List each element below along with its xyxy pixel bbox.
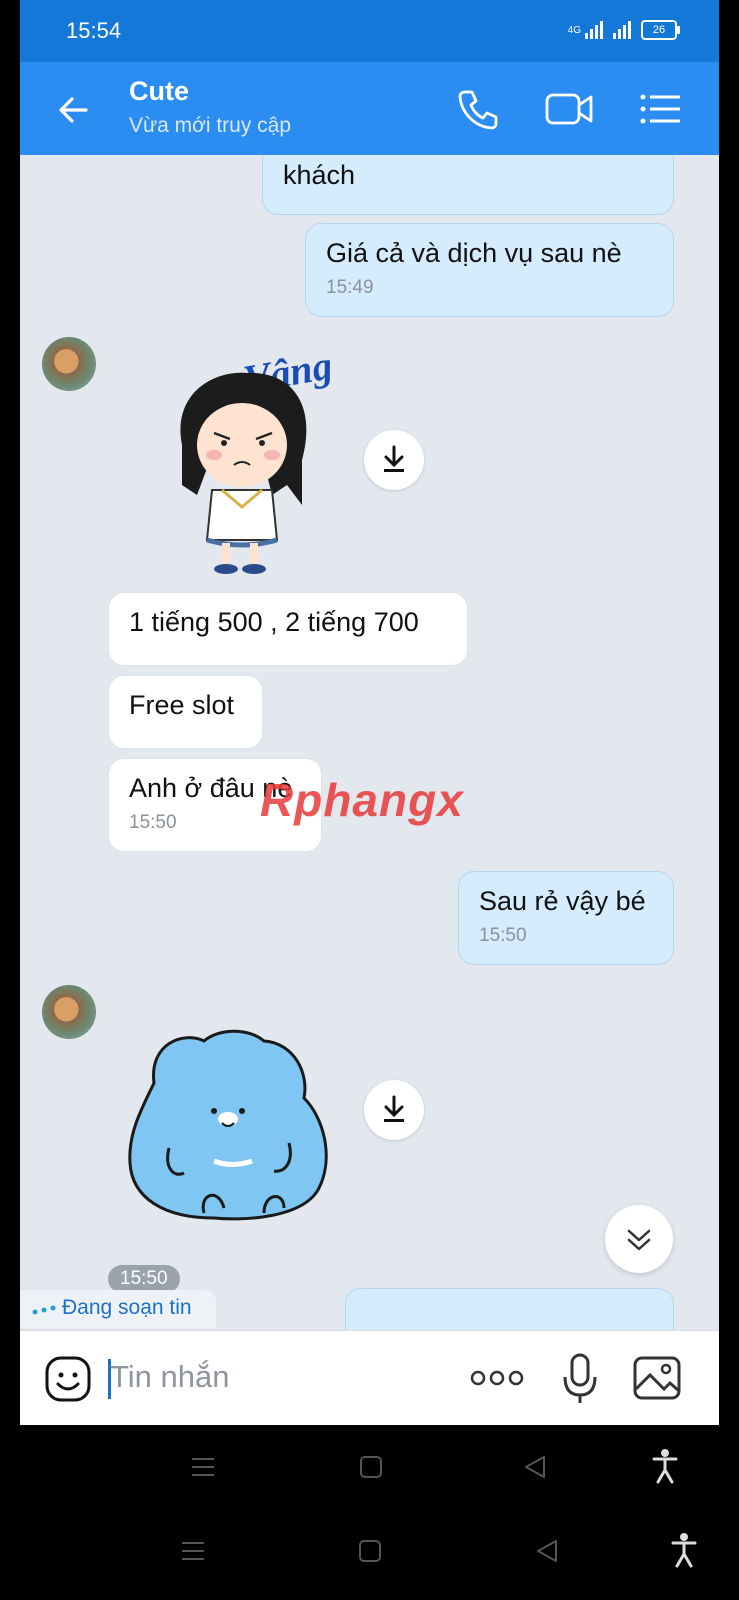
download-icon: [384, 445, 404, 472]
status-time: 15:54: [66, 18, 122, 43]
message-text: Giá cả và dịch vụ sau nè: [326, 238, 622, 268]
microphone-icon[interactable]: [560, 1351, 600, 1407]
avatar[interactable]: [42, 337, 96, 391]
status-bar: 15:54 4G 26: [20, 0, 719, 62]
typing-dots-icon: [32, 1305, 56, 1315]
watermark-logo: Rphangx: [260, 773, 464, 827]
home-icon[interactable]: [357, 1538, 383, 1564]
message-bubble-incoming[interactable]: Free slot: [108, 675, 263, 749]
signal-icon: [585, 21, 603, 39]
network-type: 4G: [567, 24, 581, 36]
video-call-icon[interactable]: [544, 87, 594, 131]
sticker-girl[interactable]: Vâng: [152, 335, 382, 580]
download-sticker-button[interactable]: [364, 1080, 424, 1140]
message-time: 15:50: [479, 925, 527, 946]
sticker-blue-bear[interactable]: [124, 1023, 344, 1223]
message-bubble-outgoing[interactable]: khách: [262, 155, 674, 215]
avatar[interactable]: [42, 985, 96, 1039]
watermark-text: Rphang: [260, 774, 438, 826]
message-bubble-outgoing[interactable]: Giá cả và dịch vụ sau nè 15:49: [305, 223, 674, 317]
back-icon[interactable]: [522, 1454, 548, 1480]
typing-indicator: Đang soạn tin: [20, 1290, 216, 1328]
accessibility-icon[interactable]: [652, 1448, 678, 1484]
screen: 15:54 4G 26 Cute Vừa mới truy cập khách …: [20, 0, 719, 1425]
typing-indicator-text: Đang soạn tin: [62, 1296, 192, 1319]
back-icon[interactable]: [534, 1538, 560, 1564]
scroll-to-bottom-button[interactable]: [605, 1205, 673, 1273]
system-nav-bar: [0, 1512, 739, 1592]
chat-header: Cute Vừa mới truy cập: [20, 62, 719, 155]
sticker-time-badge: 15:50: [108, 1265, 180, 1293]
recent-apps-icon[interactable]: [180, 1538, 206, 1564]
message-bubble-incoming[interactable]: 1 tiếng 500 , 2 tiếng 700: [108, 592, 468, 666]
sticker-icon[interactable]: [44, 1355, 92, 1403]
message-text: 1 tiếng 500 , 2 tiếng 700: [129, 607, 419, 637]
scroll-down-icon: [627, 1229, 651, 1251]
back-arrow-icon[interactable]: [56, 90, 96, 130]
image-icon[interactable]: [632, 1355, 682, 1401]
presence-status: Vừa mới truy cập: [129, 114, 292, 137]
message-input[interactable]: Tin nhắn: [110, 1359, 230, 1395]
signal-icon: [613, 21, 631, 39]
download-sticker-button[interactable]: [364, 430, 424, 490]
message-text: Free slot: [129, 690, 235, 720]
message-bubble-outgoing[interactable]: Sau rẻ vậy bé 15:50: [458, 871, 674, 965]
message-composer: Tin nhắn: [20, 1330, 719, 1425]
message-bubble-outgoing[interactable]: [345, 1288, 674, 1330]
system-nav-bar: [0, 1428, 739, 1508]
battery-icon: 26: [641, 20, 680, 40]
menu-icon[interactable]: [638, 87, 682, 131]
message-list[interactable]: khách Giá cả và dịch vụ sau nè 15:49 Vân…: [20, 155, 719, 1330]
message-text: Sau rẻ vậy bé: [479, 886, 646, 916]
more-icon[interactable]: [470, 1365, 524, 1391]
message-time: 15:49: [326, 277, 374, 298]
accessibility-icon[interactable]: [671, 1532, 697, 1568]
phone-icon[interactable]: [456, 87, 500, 131]
status-icons: 4G 26: [567, 20, 680, 40]
message-text: khách: [283, 160, 356, 190]
home-icon[interactable]: [358, 1454, 384, 1480]
download-icon: [384, 1095, 404, 1122]
watermark-text-accent: x: [437, 774, 464, 826]
contact-name[interactable]: Cute: [129, 76, 189, 107]
recent-apps-icon[interactable]: [190, 1454, 216, 1480]
